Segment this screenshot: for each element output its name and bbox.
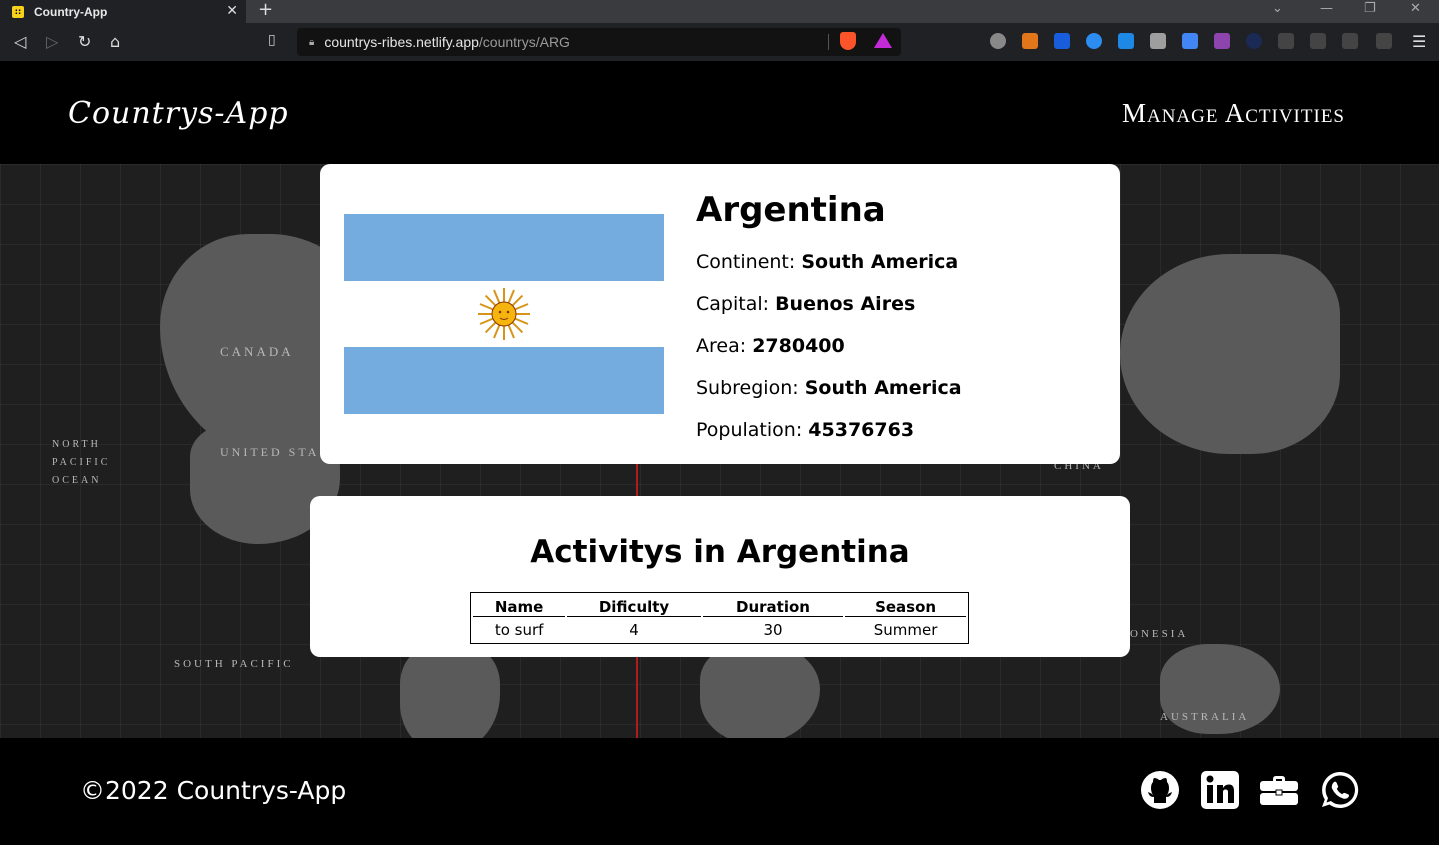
address-bar[interactable]: 🔒︎ countrys-ribes.netlify.app/countrys/A… <box>297 28 901 56</box>
github-icon[interactable] <box>1140 770 1180 810</box>
continent-row: Continent: South America <box>696 251 958 273</box>
bookmark-icon[interactable]: ▯ <box>268 32 276 48</box>
extension-k-icon[interactable] <box>990 33 1006 49</box>
country-detail-card: Argentina Continent: South America Capit… <box>320 164 1120 464</box>
sun-of-may-icon <box>478 288 530 340</box>
favicon-icon: :: <box>12 5 24 18</box>
menu-icon[interactable]: ☰ <box>1412 32 1426 52</box>
home-icon[interactable]: ⌂ <box>110 32 120 52</box>
map-label-indonesia: ONESIA <box>1130 628 1189 640</box>
bitwarden-icon[interactable] <box>1054 33 1070 49</box>
translate-icon[interactable] <box>1182 33 1198 49</box>
sidebar-icon[interactable] <box>1342 33 1358 49</box>
reload-icon[interactable]: ↻ <box>78 32 91 52</box>
table-header-row: Name Dificulty Duration Season <box>473 595 966 617</box>
new-tab-button[interactable]: + <box>258 0 273 20</box>
table-row: to surf 4 30 Summer <box>473 619 966 641</box>
population-label: Population: <box>696 419 803 441</box>
forward-icon[interactable]: ▷ <box>46 32 58 52</box>
brave-shields-icon[interactable] <box>840 32 856 50</box>
subregion-value: South America <box>804 377 962 399</box>
tab-search-icon[interactable]: ⌄ <box>1272 0 1283 18</box>
download-icon[interactable] <box>1118 33 1134 49</box>
url-path: /countrys/ARG <box>478 34 570 50</box>
window-close-icon[interactable]: ✕ <box>1410 0 1421 18</box>
map-label-canada: CANADA <box>220 344 294 359</box>
url-host: countrys-ribes.netlify.app <box>324 34 479 50</box>
browser-tab[interactable]: :: Country-App ✕ <box>0 0 246 23</box>
capital-label: Capital: <box>696 293 770 315</box>
metamask-icon[interactable] <box>1022 33 1038 49</box>
subregion-row: Subregion: South America <box>696 377 962 399</box>
url-separator <box>828 34 829 50</box>
column-header-name: Name <box>473 595 566 617</box>
extensions-icon[interactable] <box>1278 33 1294 49</box>
continent-value: South America <box>801 251 959 273</box>
lock-icon: 🔒︎ <box>309 36 315 48</box>
activities-card: Activitys in Argentina Name Dificulty Du… <box>310 496 1130 657</box>
map-africa <box>700 644 820 738</box>
flag-stripe-top <box>344 214 664 281</box>
browser-toolbar: ◁ ▷ ↻ ⌂ ▯ 🔒︎ countrys-ribes.netlify.app /… <box>0 23 1439 61</box>
site-footer: ©2022 Countrys-App <box>0 738 1439 845</box>
subregion-label: Subregion: <box>696 377 799 399</box>
population-row: Population: 45376763 <box>696 419 914 441</box>
map-south-america <box>400 644 500 738</box>
extension-a-icon[interactable] <box>1246 33 1262 49</box>
brand-logo[interactable]: Countrys-App <box>68 96 289 131</box>
brave-rewards-icon[interactable] <box>874 33 892 48</box>
map-asia <box>1120 254 1340 454</box>
back-icon[interactable]: ◁ <box>14 32 26 52</box>
area-label: Area: <box>696 335 747 357</box>
browser-tab-strip: :: Country-App ✕ + ⌄ — ❐ ✕ <box>0 0 1439 23</box>
linkedin-icon[interactable] <box>1200 770 1240 810</box>
whatsapp-icon[interactable] <box>1320 770 1360 810</box>
column-header-season: Season <box>845 595 966 617</box>
cell-name: to surf <box>494 621 544 639</box>
wallet-icon[interactable] <box>1376 33 1392 49</box>
map-label-north-pacific: NORTH PACIFIC OCEAN <box>52 439 111 486</box>
cell-duration: 30 <box>763 621 783 639</box>
country-flag <box>344 214 664 414</box>
map-label-australia: AUSTRALIA <box>1160 711 1250 723</box>
briefcase-icon[interactable] <box>1259 770 1299 810</box>
capital-row: Capital: Buenos Aires <box>696 293 915 315</box>
country-name: Argentina <box>696 190 886 230</box>
population-value: 45376763 <box>808 419 915 441</box>
cell-difficulty: 4 <box>629 621 639 639</box>
area-value: 2780400 <box>752 335 845 357</box>
cell-season: Summer <box>873 621 938 639</box>
maximize-icon[interactable]: ❐ <box>1364 0 1376 18</box>
flag-stripe-bottom <box>344 347 664 414</box>
wave-icon[interactable] <box>1086 33 1102 49</box>
map-label-usa: UNITED STA <box>220 445 320 459</box>
manage-activities-link[interactable]: Manage Activities <box>1122 98 1345 129</box>
area-row: Area: 2780400 <box>696 335 845 357</box>
column-header-difficulty: Dificulty <box>567 595 701 617</box>
copyright-text: ©2022 Countrys-App <box>80 776 347 805</box>
capital-value: Buenos Aires <box>775 293 916 315</box>
site-header: Countrys-App Manage Activities <box>0 61 1439 164</box>
map-label-south-pacific: SOUTH PACIFIC <box>174 658 294 670</box>
minimize-icon[interactable]: — <box>1320 0 1333 18</box>
tab-title: Country-App <box>34 4 108 19</box>
activities-title: Activitys in Argentina <box>530 534 910 570</box>
continent-label: Continent: <box>696 251 796 273</box>
cat-extension-icon[interactable] <box>1150 33 1166 49</box>
tab-close-icon[interactable]: ✕ <box>226 3 238 19</box>
activities-table: Name Dificulty Duration Season to surf 4… <box>470 592 969 644</box>
column-header-duration: Duration <box>702 595 844 617</box>
reading-list-icon[interactable] <box>1310 33 1326 49</box>
color-picker-icon[interactable] <box>1214 33 1230 49</box>
